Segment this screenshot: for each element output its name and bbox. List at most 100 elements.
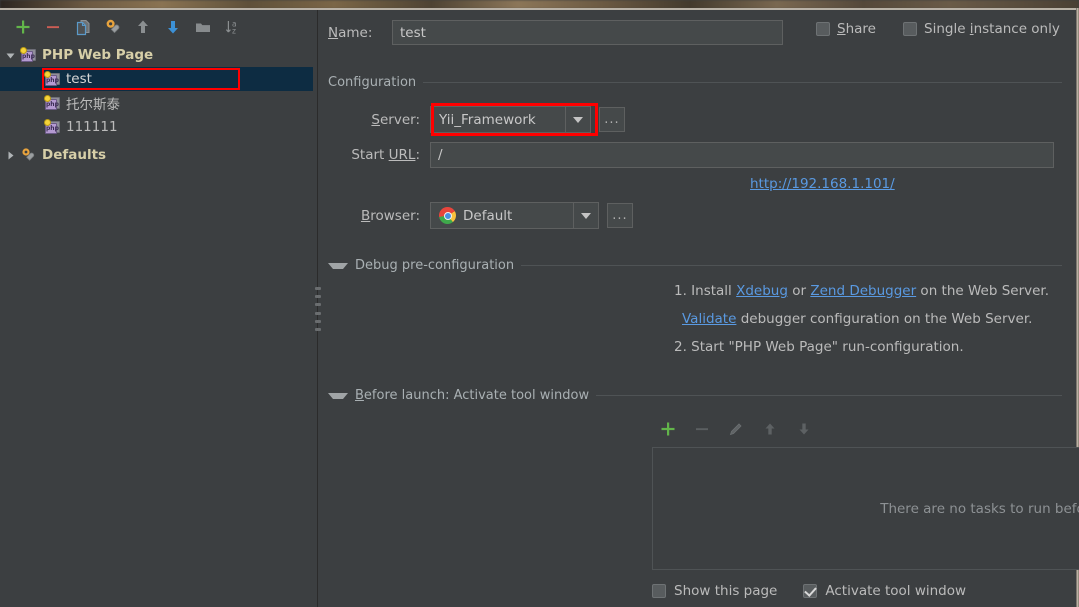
show-this-page-checkbox-box[interactable] [652, 584, 666, 598]
tree-node-test[interactable]: php test [0, 67, 313, 91]
php-icon: php [44, 95, 62, 111]
configurations-tree[interactable]: php PHP Web Page php test php 托尔斯泰 php 1… [0, 43, 313, 607]
move-down-button[interactable] [158, 14, 188, 40]
configuration-section-title: Configuration [328, 75, 417, 90]
server-combobox-value: Yii_Framework [439, 111, 536, 128]
gear-wrench-icon [20, 147, 38, 163]
configuration-editor-pane: Name: test Share Single instance only Co… [322, 10, 1079, 607]
before-launch-tasks-panel[interactable]: There are no tasks to run before launch [652, 447, 1079, 570]
debug-step-2: 2. Start "PHP Web Page" run-configuratio… [674, 339, 964, 355]
share-checkbox[interactable]: Share [816, 21, 876, 37]
move-up-button[interactable] [128, 14, 158, 40]
no-tasks-message: There are no tasks to run before launch [880, 500, 1079, 517]
ellipsis-icon: ... [612, 208, 628, 223]
chevron-down-icon[interactable] [328, 262, 348, 269]
chevron-down-icon[interactable] [328, 392, 348, 399]
minus-icon [696, 428, 708, 431]
expand-arrow-icon[interactable] [0, 50, 20, 61]
configuration-section-header: Configuration [328, 75, 1062, 90]
remove-configuration-button[interactable] [38, 14, 68, 40]
tree-node-111111[interactable]: php 111111 [0, 115, 313, 139]
browser-combobox-text: Default [463, 207, 513, 224]
browser-row: Browser: Default ... [328, 202, 633, 229]
single-instance-checkbox-box[interactable] [903, 22, 917, 36]
tree-node-php-web-page[interactable]: php PHP Web Page [0, 43, 313, 67]
chrome-icon [439, 207, 456, 224]
create-folder-button[interactable] [188, 14, 218, 40]
activate-tool-window-label: Activate tool window [825, 583, 967, 599]
section-divider [521, 265, 1062, 266]
resolved-url-link[interactable]: http://192.168.1.101/ [750, 176, 895, 192]
debug-section-title: Debug pre-configuration [355, 258, 515, 273]
tree-node-defaults[interactable]: Defaults [0, 143, 313, 167]
name-input[interactable]: test [392, 20, 783, 45]
activate-tool-window-checkbox[interactable]: Activate tool window [803, 583, 966, 599]
arrow-up-icon [765, 423, 775, 435]
plus-icon [661, 422, 675, 436]
start-url-input[interactable]: / [430, 142, 1054, 168]
tree-node-tolstoy[interactable]: php 托尔斯泰 [0, 91, 313, 115]
debug-section-header[interactable]: Debug pre-configuration [328, 258, 1062, 273]
section-divider [423, 82, 1062, 83]
edit-task-button [720, 416, 752, 442]
tree-node-label: PHP Web Page [42, 47, 154, 63]
show-this-page-label: Show this page [674, 583, 778, 599]
debug-validate-line: Validate debugger configuration on the W… [682, 311, 1032, 327]
svg-text:z: z [232, 26, 236, 35]
debug-step-1-post: on the Web Server. [916, 283, 1050, 299]
tree-node-label: test [66, 71, 92, 87]
before-launch-title-rest: efore launch: Activate tool window [363, 388, 590, 403]
move-task-up-button [754, 416, 786, 442]
folder-icon [196, 23, 210, 32]
chevron-down-icon[interactable] [573, 203, 598, 228]
tree-node-label: 托尔斯泰 [66, 97, 120, 113]
browser-browse-button[interactable]: ... [607, 203, 633, 228]
copy-icon [76, 19, 90, 35]
chevron-down-icon[interactable] [565, 107, 590, 132]
php-icon: php [44, 71, 62, 87]
server-combobox[interactable]: Yii_Framework [430, 106, 591, 133]
debug-step-1: 1. Install Xdebug or Zend Debugger on th… [674, 283, 1049, 299]
minus-icon [47, 25, 59, 28]
single-instance-checkbox[interactable]: Single instance only [903, 21, 1060, 37]
share-checkbox-box[interactable] [816, 22, 830, 36]
section-divider [596, 395, 1062, 396]
name-input-value: test [400, 24, 426, 41]
edit-defaults-button[interactable] [98, 14, 128, 40]
add-task-button[interactable] [652, 416, 684, 442]
bottom-options-row: Show this page Activate tool window [652, 583, 966, 599]
before-launch-section-header[interactable]: Before launch: Activate tool window [328, 388, 1062, 403]
copy-configuration-button[interactable] [68, 14, 98, 40]
before-launch-section-title: Before launch: Activate tool window [355, 388, 590, 403]
browser-label: Browser: [360, 207, 420, 224]
server-browse-button[interactable]: ... [599, 107, 625, 132]
configuration-dialog: a z php PHP Web Page php test php 托尔斯泰 p… [0, 0, 1079, 607]
add-configuration-button[interactable] [8, 14, 38, 40]
arrow-down-icon [799, 423, 809, 435]
php-icon: php [44, 119, 62, 135]
debug-step-1-pre: 1. Install [674, 283, 737, 299]
gear-wrench-icon [106, 19, 120, 33]
collapse-arrow-icon[interactable] [0, 150, 20, 161]
start-url-row: Start URL: / [328, 142, 1054, 168]
remove-task-button [686, 416, 718, 442]
move-task-down-button [788, 416, 820, 442]
debug-validate-post: debugger configuration on the Web Server… [736, 311, 1033, 327]
zend-debugger-link[interactable]: Zend Debugger [810, 283, 916, 299]
splitter-handle[interactable] [315, 287, 321, 331]
share-label: Share [837, 21, 876, 37]
xdebug-link[interactable]: Xdebug [736, 283, 788, 299]
pencil-icon [729, 423, 742, 436]
server-row: Server: Yii_Framework ... [328, 103, 625, 136]
validate-link[interactable]: Validate [682, 311, 736, 327]
server-label: Server: [371, 111, 420, 128]
browser-combobox[interactable]: Default [430, 202, 599, 229]
sort-configurations-button[interactable]: a z [218, 14, 248, 40]
pane-splitter[interactable] [314, 10, 322, 607]
start-url-input-value: / [438, 147, 443, 163]
show-this-page-checkbox[interactable]: Show this page [652, 583, 777, 599]
activate-tool-window-checkbox-box[interactable] [803, 584, 818, 598]
tree-node-label: 111111 [66, 119, 118, 135]
plus-icon [16, 20, 30, 33]
start-url-label: Start URL: [351, 147, 420, 163]
